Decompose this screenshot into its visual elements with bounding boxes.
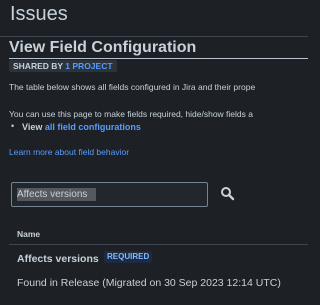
- column-header-name: Name: [17, 229, 41, 239]
- page-description-secondary: You can use this page to make fields req…: [9, 109, 253, 119]
- page-description: The table below shows all fields configu…: [9, 82, 256, 92]
- field-search-input[interactable]: [11, 182, 208, 207]
- learn-more-link[interactable]: Learn more about field behavior: [9, 147, 129, 157]
- list-bullet: •: [11, 121, 15, 131]
- header-divider: [0, 36, 308, 37]
- issues-admin-page: Issues View Field Configuration SHARED B…: [0, 0, 308, 305]
- page-title-divider: [9, 58, 308, 59]
- field-name: Affects versions: [17, 253, 99, 265]
- all-field-configurations-link[interactable]: all field configurations: [45, 122, 141, 132]
- required-badge: REQUIRED: [104, 251, 153, 263]
- shared-by-projects-link[interactable]: 1 PROJECT: [65, 61, 112, 71]
- search-icon: [221, 187, 235, 201]
- page-title: View Field Configuration: [9, 39, 197, 56]
- table-header-divider: [9, 244, 308, 245]
- view-configurations-item: View all field configurations: [22, 122, 141, 132]
- shared-by-badge: SHARED BY 1 PROJECT: [9, 60, 117, 72]
- app-title: Issues: [10, 3, 68, 25]
- shared-by-label: SHARED BY: [13, 61, 63, 71]
- search-button[interactable]: [218, 184, 238, 204]
- field-detail: Found in Release (Migrated on 30 Sep 202…: [17, 277, 281, 289]
- view-label: View: [22, 122, 43, 132]
